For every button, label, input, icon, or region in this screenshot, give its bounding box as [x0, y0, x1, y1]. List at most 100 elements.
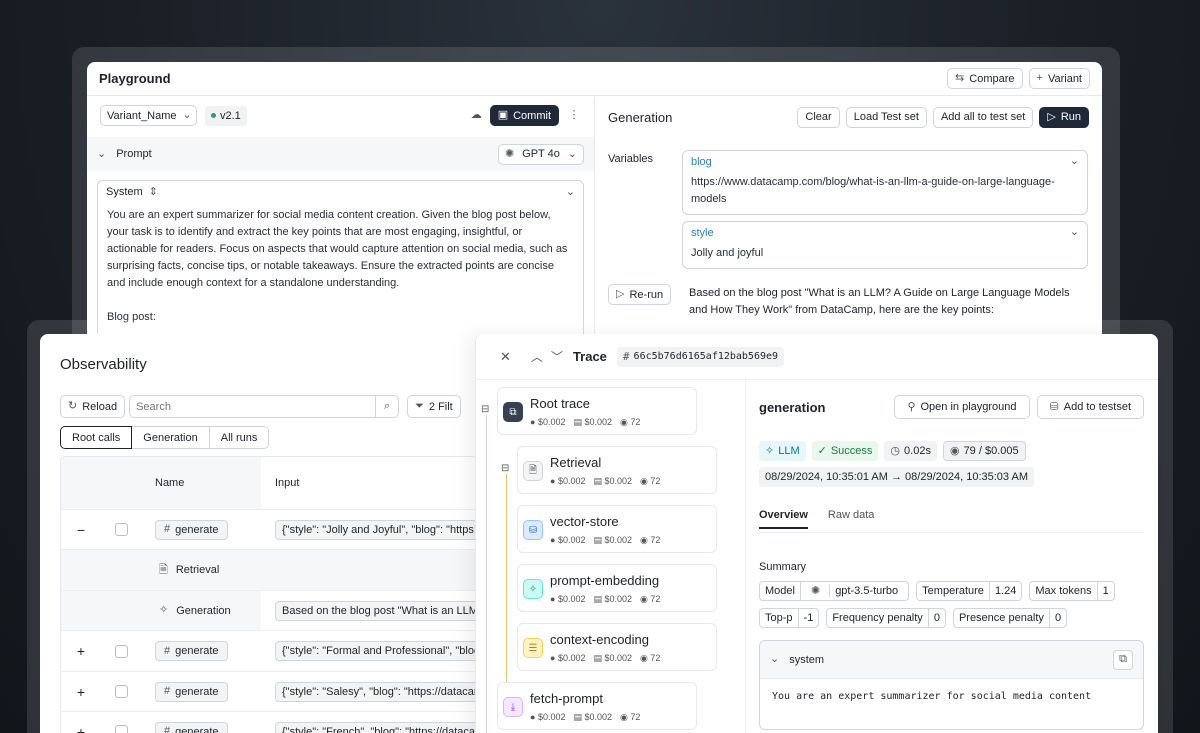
param-value: gpt-3.5-turbo [829, 585, 903, 597]
commit-button[interactable]: ▣ Commit [489, 105, 559, 126]
compare-button[interactable]: ⇆ Compare [947, 68, 1023, 89]
document-icon: 🗎 [159, 563, 168, 576]
view-tabs: Root calls Generation All runs [60, 426, 270, 449]
system-prompt-textarea[interactable]: You are an expert summarizer for social … [98, 203, 583, 330]
table-row[interactable]: + # generate {"style": "Formal and Profes… [61, 631, 479, 672]
table-row[interactable]: + # generate {"style": "Salesy", "blog": … [61, 672, 479, 712]
search-input[interactable] [130, 396, 376, 417]
rerun-button[interactable]: ▷ Re-run [608, 284, 672, 305]
row-name: Generation [176, 604, 231, 617]
playground-window: Playground ⇆ Compare + Variant Variant_Nam… [87, 62, 1102, 352]
variable-value[interactable]: https://www.datacamp.com/blog/what-is-an… [683, 168, 1087, 212]
span-card-context-encoding[interactable]: ☰ context-encoding ● $0.002 ▤ $0.002 ◉ 72 [517, 623, 717, 671]
span-card-root-trace[interactable]: ⧉ Root trace ● $0.002 ▤ $0.002 ◉ 72 [497, 387, 697, 435]
tab-overview[interactable]: Overview [759, 509, 808, 529]
clear-button[interactable]: Clear [797, 106, 840, 128]
add-all-to-test-set-button[interactable]: Add all to test set [932, 106, 1034, 128]
swap-icon: ⇆ [955, 72, 965, 84]
table-row[interactable]: − # generate {"style": "Jolly and Joyful"… [61, 510, 479, 550]
row-checkbox[interactable] [114, 725, 128, 733]
param-temperature: Temperature 1.24 [916, 581, 1023, 601]
row-checkbox[interactable] [114, 523, 128, 536]
filter-button[interactable]: ⏷ 2 Filt [407, 395, 461, 418]
span-card-retrieval[interactable]: 🗎 Retrieval ● $0.002 ▤ $0.002 ◉ 72 [517, 446, 717, 494]
load-test-set-button[interactable]: Load Test set [845, 106, 927, 128]
row-checkbox[interactable] [114, 685, 128, 698]
row-name: generate [175, 523, 219, 536]
variant-label: Variant [1047, 72, 1082, 85]
row-name: generate [175, 645, 219, 657]
table-row[interactable]: ✧ Generation Based on the blog post "What… [61, 591, 479, 631]
list-icon: ☰ [523, 638, 543, 658]
span-card-vector-store[interactable]: ⛁ vector-store ● $0.002 ▤ $0.002 ◉ 72 [517, 505, 717, 553]
tab-raw-data[interactable]: Raw data [828, 509, 874, 521]
status-dot [211, 113, 216, 118]
chevron-down-icon[interactable]: ⌄ [566, 186, 575, 198]
system-prompt-text: You are an expert summarizer for social … [107, 209, 568, 289]
copy-icon[interactable]: ⧉ [1113, 649, 1133, 670]
function-tag: # generate [155, 641, 228, 661]
column-header-input[interactable]: Input [261, 457, 479, 509]
span-card-fetch-prompt[interactable]: ⤓ fetch-prompt ● $0.002 ▤ $0.002 ◉ 72 [497, 682, 697, 730]
span-cost: $0.002 [557, 476, 586, 486]
prompt-section-header[interactable]: ⌄ Prompt ✺ GPT 4o ⌄ [87, 137, 594, 171]
param-frequency-penalty: Frequency penalty 0 [826, 608, 946, 628]
tab-generation[interactable]: Generation [131, 426, 210, 449]
hash-icon: # [164, 725, 171, 733]
more-icon[interactable]: ⋮ [567, 110, 581, 121]
chevron-down-icon[interactable]: ⌄ [1070, 156, 1079, 168]
reload-button[interactable]: ↻ Reload [60, 395, 126, 418]
table-row[interactable]: 🗎 Retrieval [61, 550, 479, 591]
prompt-pane: Variant_Name ⌄ v2.1 ☁ ▣ Commit ⋮ ⌄ Prompt … [87, 97, 594, 352]
collapse-icon[interactable]: ⊟ [481, 405, 490, 415]
span-tokens: 72 [650, 476, 661, 486]
variable-style-field[interactable]: style ⌄ Jolly and joyful [682, 221, 1088, 269]
generation-pane: Generation Clear Load Test set Add all t… [594, 97, 1102, 352]
compare-label: Compare [969, 72, 1015, 85]
param-value: 1 [1096, 582, 1114, 600]
row-name: generate [175, 685, 219, 698]
variable-value[interactable]: Jolly and joyful [683, 239, 1087, 266]
variant-select[interactable]: Variant_Name ⌄ [100, 105, 197, 126]
tab-root-calls[interactable]: Root calls [60, 426, 133, 449]
open-in-playground-button[interactable]: ⚲ Open in playground [894, 395, 1030, 419]
span-cost-total: $0.002 [604, 535, 633, 545]
chevron-up-icon[interactable]: ︿ [531, 351, 543, 363]
role-select[interactable]: System [106, 186, 143, 198]
search-box: ⌕ [129, 395, 400, 418]
expand-icon[interactable]: + [61, 672, 101, 711]
add-to-testset-button[interactable]: ⛁ Add to testset [1036, 395, 1144, 419]
cloud-sync-icon[interactable]: ☁ [471, 110, 482, 121]
table-row[interactable]: + # generate {"style": "French", "blog": … [61, 712, 479, 733]
add-variant-button[interactable]: + Variant [1028, 68, 1090, 89]
collapse-icon[interactable]: ⊟ [501, 464, 510, 474]
sparkle-icon: ✧ [523, 579, 543, 599]
variable-blog-field[interactable]: blog ⌄ https://www.datacamp.com/blog/what… [682, 150, 1088, 215]
trace-drawer: ✕ ︿ ﹀ Trace #66c5b76d6165af12bab569e9 ⊟ … [475, 334, 1158, 733]
column-header-name[interactable]: Name [141, 457, 261, 509]
expand-icon[interactable]: + [61, 631, 101, 671]
tab-all-runs[interactable]: All runs [208, 426, 270, 449]
param-key: Temperature [922, 585, 984, 597]
row-checkbox[interactable] [114, 644, 128, 658]
trace-title: Trace [572, 349, 607, 364]
span-tree: ⊟ ⊟ ⧉ Root trace ● $0.002 ▤ $0.002 ◉ 72 🗎 … [476, 380, 746, 733]
search-icon[interactable]: ⌕ [375, 396, 398, 417]
table-header-row: Name Input [61, 457, 479, 510]
run-button[interactable]: ▷ Run [1039, 106, 1089, 128]
model-select[interactable]: ✺ GPT 4o ⌄ [498, 143, 584, 165]
chevron-down-icon[interactable]: ⌄ [1070, 227, 1079, 239]
chevron-down-icon[interactable]: ⌄ [770, 654, 779, 665]
span-metrics: ● $0.002 ▤ $0.002 ◉ 72 [530, 417, 641, 427]
timer-icon: ◷ [890, 444, 901, 457]
span-card-prompt-embedding[interactable]: ✧ prompt-embedding ● $0.002 ▤ $0.002 ◉ 72 [517, 564, 717, 612]
close-icon[interactable]: ✕ [500, 350, 511, 363]
expand-icon[interactable]: + [61, 712, 101, 733]
params-row: Top-p -1 Frequency penalty 0 Presence pena… [759, 608, 1144, 628]
span-name: context-encoding [550, 632, 650, 647]
header-expander [61, 457, 101, 509]
param-value: -1 [797, 609, 819, 627]
collapse-icon[interactable]: − [61, 510, 101, 549]
database-icon: ⛁ [1049, 400, 1059, 413]
chevron-down-icon[interactable]: ﹀ [551, 351, 563, 363]
